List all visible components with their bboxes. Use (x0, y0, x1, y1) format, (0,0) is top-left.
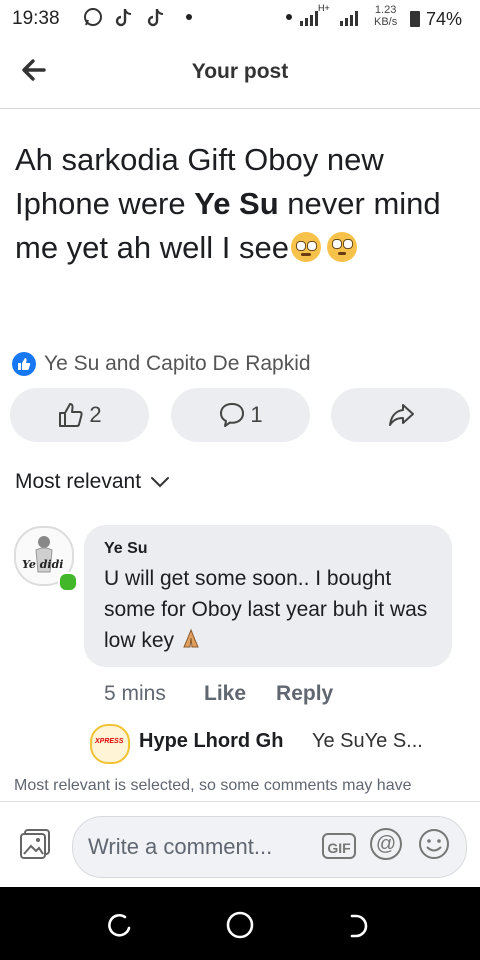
battery-icon (410, 11, 420, 27)
comment-button[interactable]: 1 (171, 388, 310, 442)
comment-body: U will get some soon.. I bought some for… (104, 567, 428, 652)
chevron-down-icon (151, 477, 170, 488)
network-type: H+ (318, 3, 330, 13)
filter-note: Most relevant is selected, so some comme… (14, 777, 412, 794)
like-badge-icon (12, 352, 36, 376)
comment-text: U will get some soon.. I bought some for… (104, 563, 444, 656)
folded-hands-emoji (183, 628, 199, 648)
reply-author[interactable]: Hype Lhord Gh (139, 730, 283, 753)
whatsapp-icon (82, 6, 104, 28)
signal-icon-2 (340, 10, 358, 26)
like-count: 2 (89, 402, 102, 427)
comment-like-button[interactable]: Like (204, 682, 246, 706)
comment-filter-dropdown[interactable]: Most relevant (15, 470, 171, 494)
thumbs-up-icon (59, 403, 83, 427)
system-nav-bar (0, 887, 480, 960)
post-mention[interactable]: Ye Su (194, 186, 278, 221)
speed-unit: KB/s (374, 16, 398, 28)
smile-icon[interactable] (418, 828, 450, 860)
avatar-text: Ye didi (22, 558, 64, 571)
reactions-summary[interactable]: Ye Su and Capito De Rapkid (12, 351, 311, 377)
battery-percent: 74% (426, 9, 463, 29)
network-speed: 1.23 KB/s (374, 4, 397, 28)
reply-avatar-text: XPRESS (95, 738, 124, 745)
comment-bubble-icon (220, 403, 245, 427)
home-icon[interactable] (224, 909, 256, 941)
page-title: Your post (191, 60, 289, 83)
notification-dot (186, 14, 192, 20)
reply-text[interactable]: Ye SuYe S... (312, 730, 423, 753)
post-text: Ah sarkodia Gift Oboy new Iphone were Ye… (15, 138, 465, 270)
comment-placeholder: Write a comment... (88, 834, 273, 859)
online-status-dot (58, 572, 78, 592)
comment-reply-button[interactable]: Reply (276, 682, 333, 706)
share-button[interactable] (331, 388, 470, 442)
app-header: Your post (0, 36, 480, 109)
signal-icon (300, 10, 318, 26)
filter-label: Most relevant (15, 470, 142, 493)
recents-icon[interactable] (105, 912, 133, 940)
rolling-eyes-emoji (326, 232, 357, 262)
pleading-face-emoji (290, 232, 321, 262)
gif-icon[interactable]: GIF (322, 833, 356, 859)
comment-meta: 5 mins Like Reply (104, 682, 363, 706)
comment-time: 5 mins (104, 682, 166, 705)
comment-author[interactable]: Ye Su (104, 540, 148, 558)
back-nav-icon[interactable] (344, 912, 372, 940)
tiktok-icon (114, 6, 136, 28)
tiktok-icon (146, 6, 168, 28)
reactions-text: Ye Su and Capito De Rapkid (44, 352, 311, 375)
status-dot (286, 14, 292, 20)
mention-icon[interactable]: @ (370, 828, 402, 860)
speed-value: 1.23 (374, 4, 397, 16)
status-time: 19:38 (12, 8, 60, 29)
status-bar: 19:38 H+ 1.23 KB/s 74% (0, 0, 480, 36)
share-arrow-icon (388, 404, 414, 426)
like-button[interactable]: 2 (10, 388, 149, 442)
comment-count: 1 (250, 402, 263, 427)
reply-avatar[interactable]: XPRESS (90, 724, 130, 764)
photo-icon[interactable] (18, 827, 52, 861)
